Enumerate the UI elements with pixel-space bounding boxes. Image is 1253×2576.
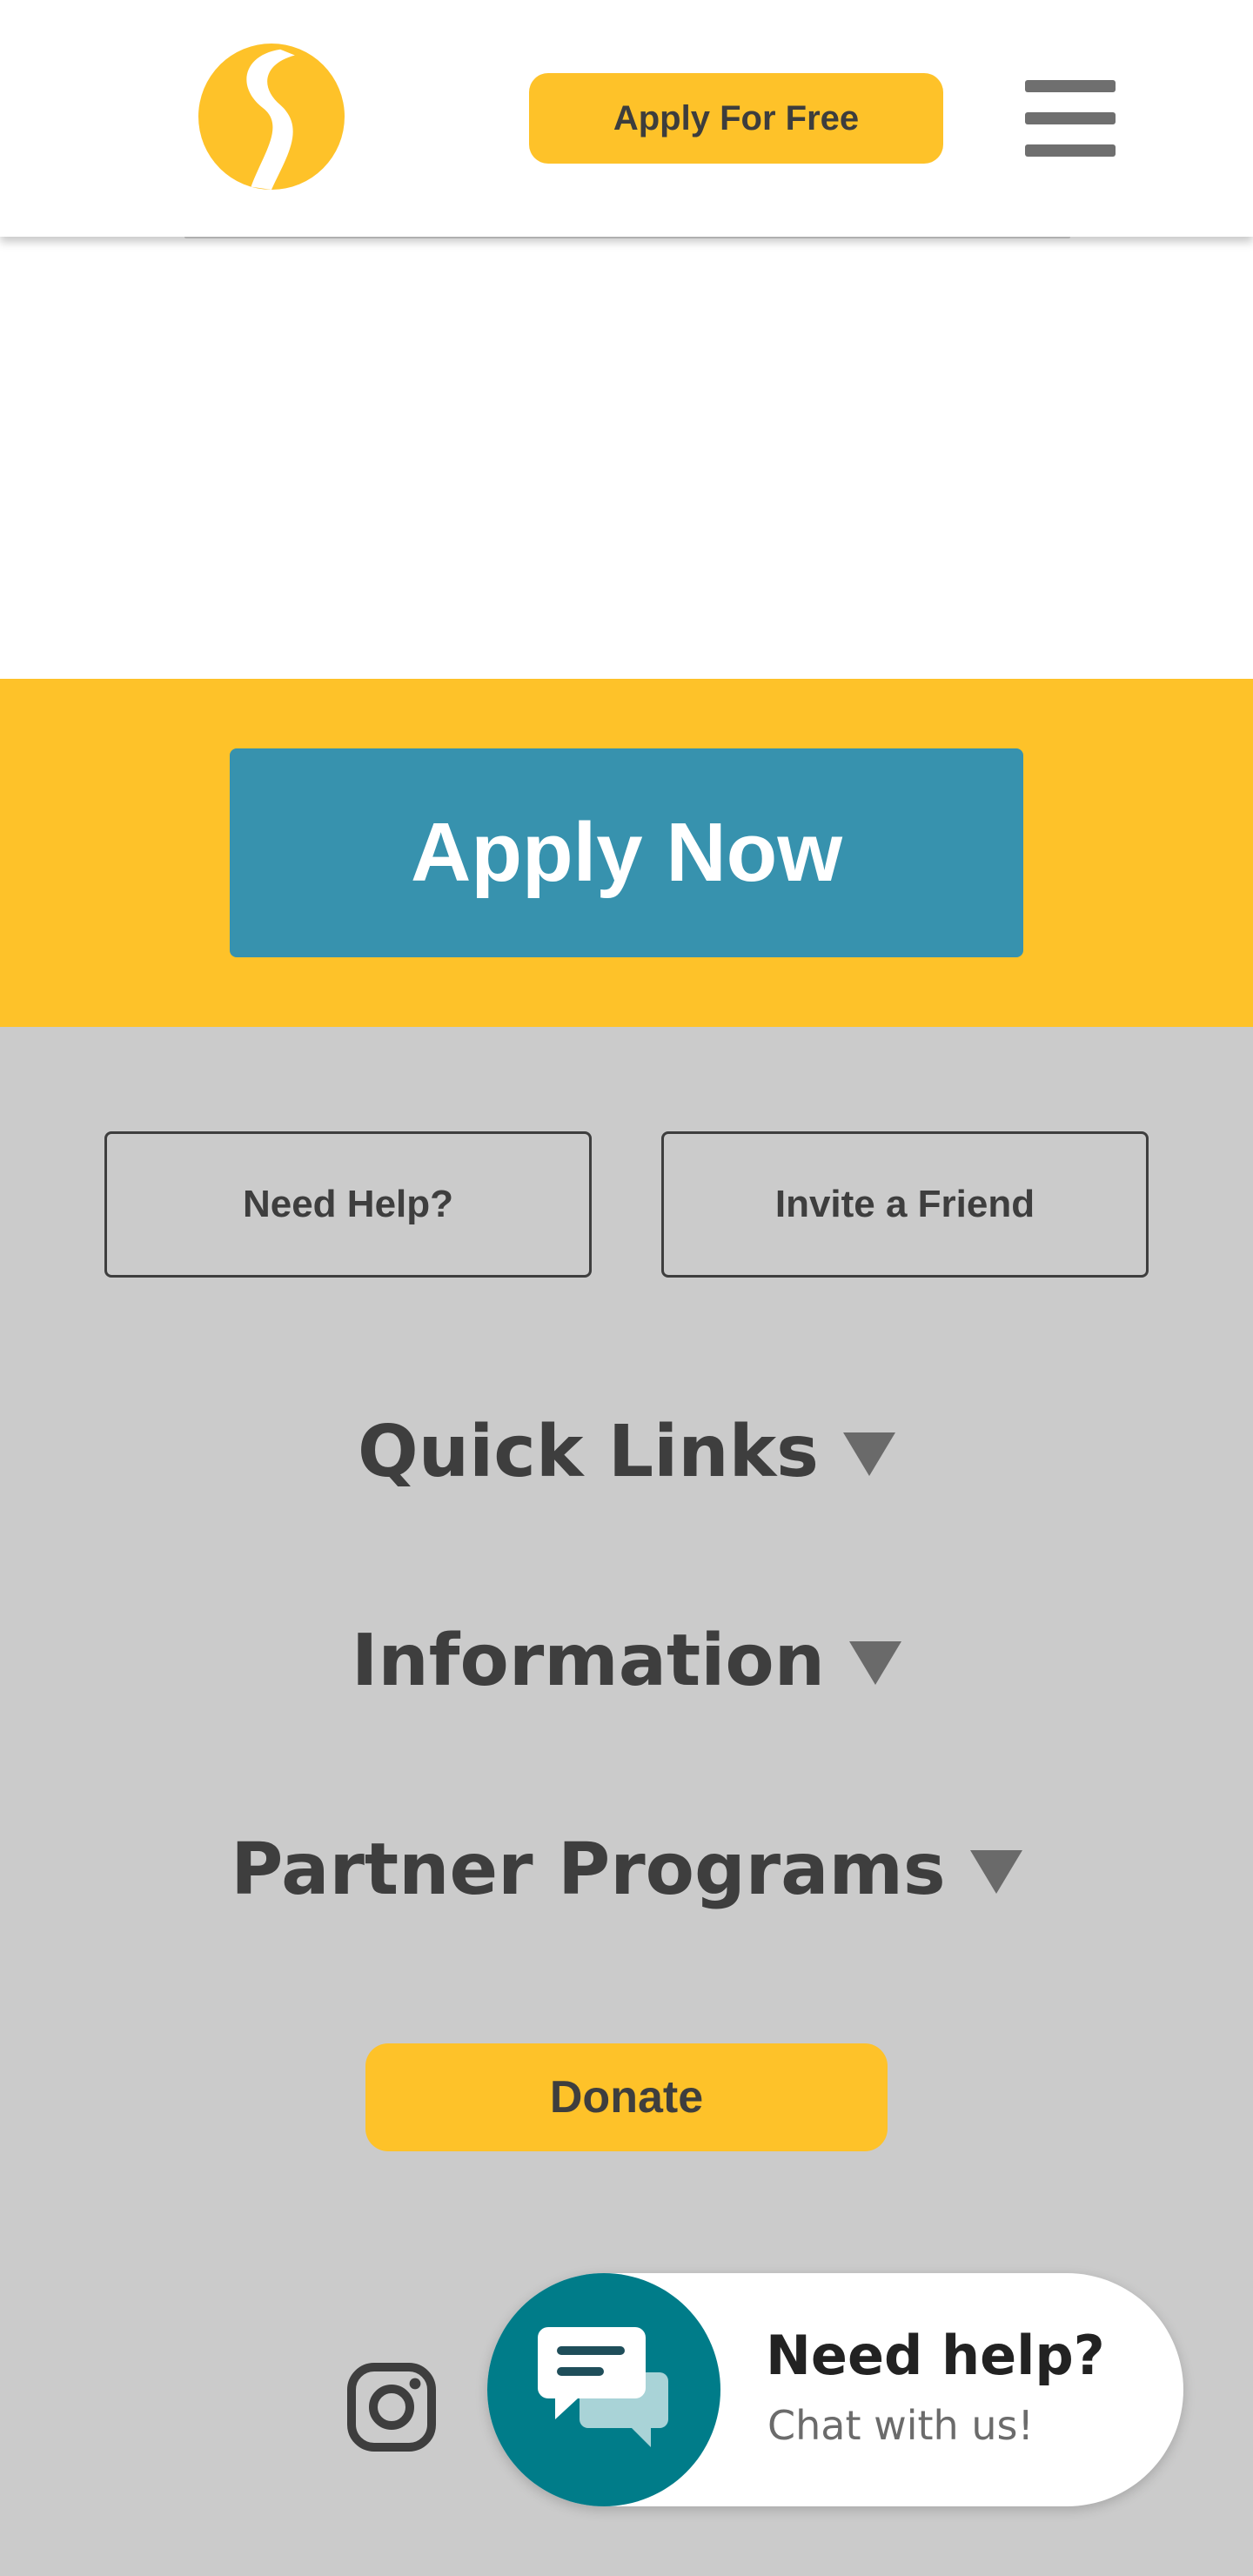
chat-widget[interactable]: Need help? Chat with us! (487, 2273, 1183, 2506)
chat-title: Need help? (766, 2324, 1105, 2387)
apply-banner: Apply Now (0, 679, 1253, 1027)
information-label: Information (351, 1619, 826, 1702)
invite-friend-button[interactable]: Invite a Friend (661, 1131, 1149, 1278)
information-toggle[interactable]: Information (0, 1608, 1253, 1713)
donate-button[interactable]: Donate (365, 2043, 888, 2151)
apply-now-button[interactable]: Apply Now (230, 748, 1023, 957)
partner-programs-toggle[interactable]: Partner Programs (0, 1817, 1253, 1922)
apply-for-free-button[interactable]: Apply For Free (529, 73, 943, 164)
hamburger-menu-icon[interactable] (1025, 80, 1116, 157)
partner-programs-label: Partner Programs (231, 1828, 946, 1911)
instagram-icon[interactable] (346, 2362, 437, 2452)
caret-down-icon (842, 1432, 895, 1476)
need-help-button[interactable]: Need Help? (104, 1131, 592, 1278)
caret-down-icon (849, 1641, 902, 1685)
chat-launcher[interactable] (487, 2273, 720, 2506)
chat-subtitle: Chat with us! (767, 2402, 1034, 2449)
site-header: Apply For Free (0, 0, 1253, 237)
road-logo-icon[interactable] (198, 44, 345, 190)
quick-links-toggle[interactable]: Quick Links (0, 1399, 1253, 1504)
quick-links-label: Quick Links (358, 1410, 819, 1493)
caret-down-icon (969, 1850, 1022, 1894)
chat-bubbles-icon (538, 2327, 668, 2447)
